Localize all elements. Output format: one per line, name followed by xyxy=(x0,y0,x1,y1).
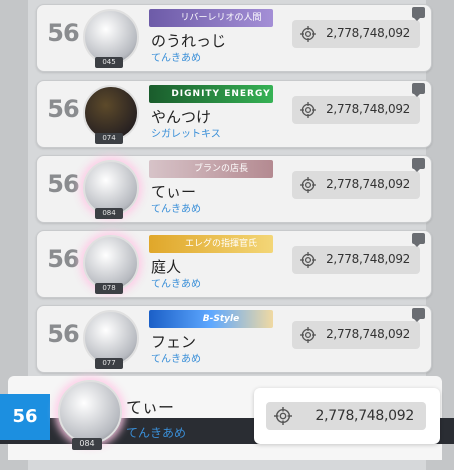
title-banner: ブランの店長 xyxy=(149,160,273,178)
player-name: のうれっじ xyxy=(151,32,227,50)
score-pill: 2,778,748,092 xyxy=(292,321,420,349)
rank-number: 56 xyxy=(47,245,79,273)
score-value: 2,778,748,092 xyxy=(326,327,410,341)
title-banner: B-Style xyxy=(149,310,273,328)
my-avatar[interactable] xyxy=(58,380,122,444)
player-name: てぃー xyxy=(151,183,197,201)
rank-number: 56 xyxy=(47,170,79,198)
player-name: やんつけ xyxy=(151,108,212,126)
score-value: 2,778,748,092 xyxy=(326,102,410,116)
title-banner: リバーレリオの人間 xyxy=(149,9,273,27)
rank-number: 56 xyxy=(47,19,79,47)
title-banner: DIGNITY ENERGY xyxy=(149,85,273,103)
my-guild-name[interactable]: てんきあめ xyxy=(126,424,186,441)
my-score-value: 2,778,748,092 xyxy=(315,408,414,424)
ranking-row[interactable]: 56 074 DIGNITY ENERGY やんつけ シガレットキス 2,778,748,… xyxy=(36,80,432,148)
guild-name[interactable]: てんきあめ xyxy=(151,200,201,215)
chat-bubble-icon[interactable] xyxy=(412,7,425,21)
crosshair-icon xyxy=(300,26,316,42)
guild-name[interactable]: てんきあめ xyxy=(151,350,201,365)
guild-name[interactable]: てんきあめ xyxy=(151,49,201,64)
player-name: フェン xyxy=(151,333,197,351)
player-name: 庭人 xyxy=(151,258,182,276)
chat-bubble-icon[interactable] xyxy=(412,308,425,322)
guild-name[interactable]: てんきあめ xyxy=(151,275,201,290)
guild-name[interactable]: シガレットキス xyxy=(151,125,221,140)
chat-bubble-icon[interactable] xyxy=(412,83,425,97)
score-value: 2,778,748,092 xyxy=(326,252,410,266)
ranking-row[interactable]: 56 084 ブランの店長 てぃー てんきあめ 2,778,748,092 xyxy=(36,155,432,223)
score-pill: 2,778,748,092 xyxy=(292,246,420,274)
level-badge: 077 xyxy=(95,358,123,369)
chat-bubble-icon[interactable] xyxy=(412,158,425,172)
level-badge: 084 xyxy=(95,208,123,219)
chat-bubble-icon[interactable] xyxy=(412,233,425,247)
level-badge: 078 xyxy=(95,283,123,294)
crosshair-icon xyxy=(274,407,292,425)
rank-number: 56 xyxy=(47,320,79,348)
rank-number: 56 xyxy=(47,95,79,123)
crosshair-icon xyxy=(300,327,316,343)
my-score-pill: 2,778,748,092 xyxy=(266,402,426,430)
level-badge: 045 xyxy=(95,57,123,68)
score-pill: 2,778,748,092 xyxy=(292,20,420,48)
crosshair-icon xyxy=(300,177,316,193)
level-badge: 074 xyxy=(95,133,123,144)
crosshair-icon xyxy=(300,102,316,118)
crosshair-icon xyxy=(300,252,316,268)
my-score-box: 2,778,748,092 xyxy=(254,388,440,444)
score-pill: 2,778,748,092 xyxy=(292,96,420,124)
my-level-badge: 084 xyxy=(72,438,102,450)
ranking-row[interactable]: 56 078 エレグの指揮官氏 庭人 てんきあめ 2,778,748,092 xyxy=(36,230,432,298)
my-rank-badge: 56 xyxy=(0,394,50,440)
score-value: 2,778,748,092 xyxy=(326,26,410,40)
score-value: 2,778,748,092 xyxy=(326,177,410,191)
title-banner: エレグの指揮官氏 xyxy=(149,235,273,253)
my-player-name: てぃー xyxy=(126,398,175,417)
score-pill: 2,778,748,092 xyxy=(292,171,420,199)
ranking-row[interactable]: 56 045 リバーレリオの人間 のうれっじ てんきあめ 2,778,748,092 xyxy=(36,4,432,72)
ranking-row[interactable]: 56 077 B-Style フェン てんきあめ 2,778,748,092 xyxy=(36,305,432,373)
